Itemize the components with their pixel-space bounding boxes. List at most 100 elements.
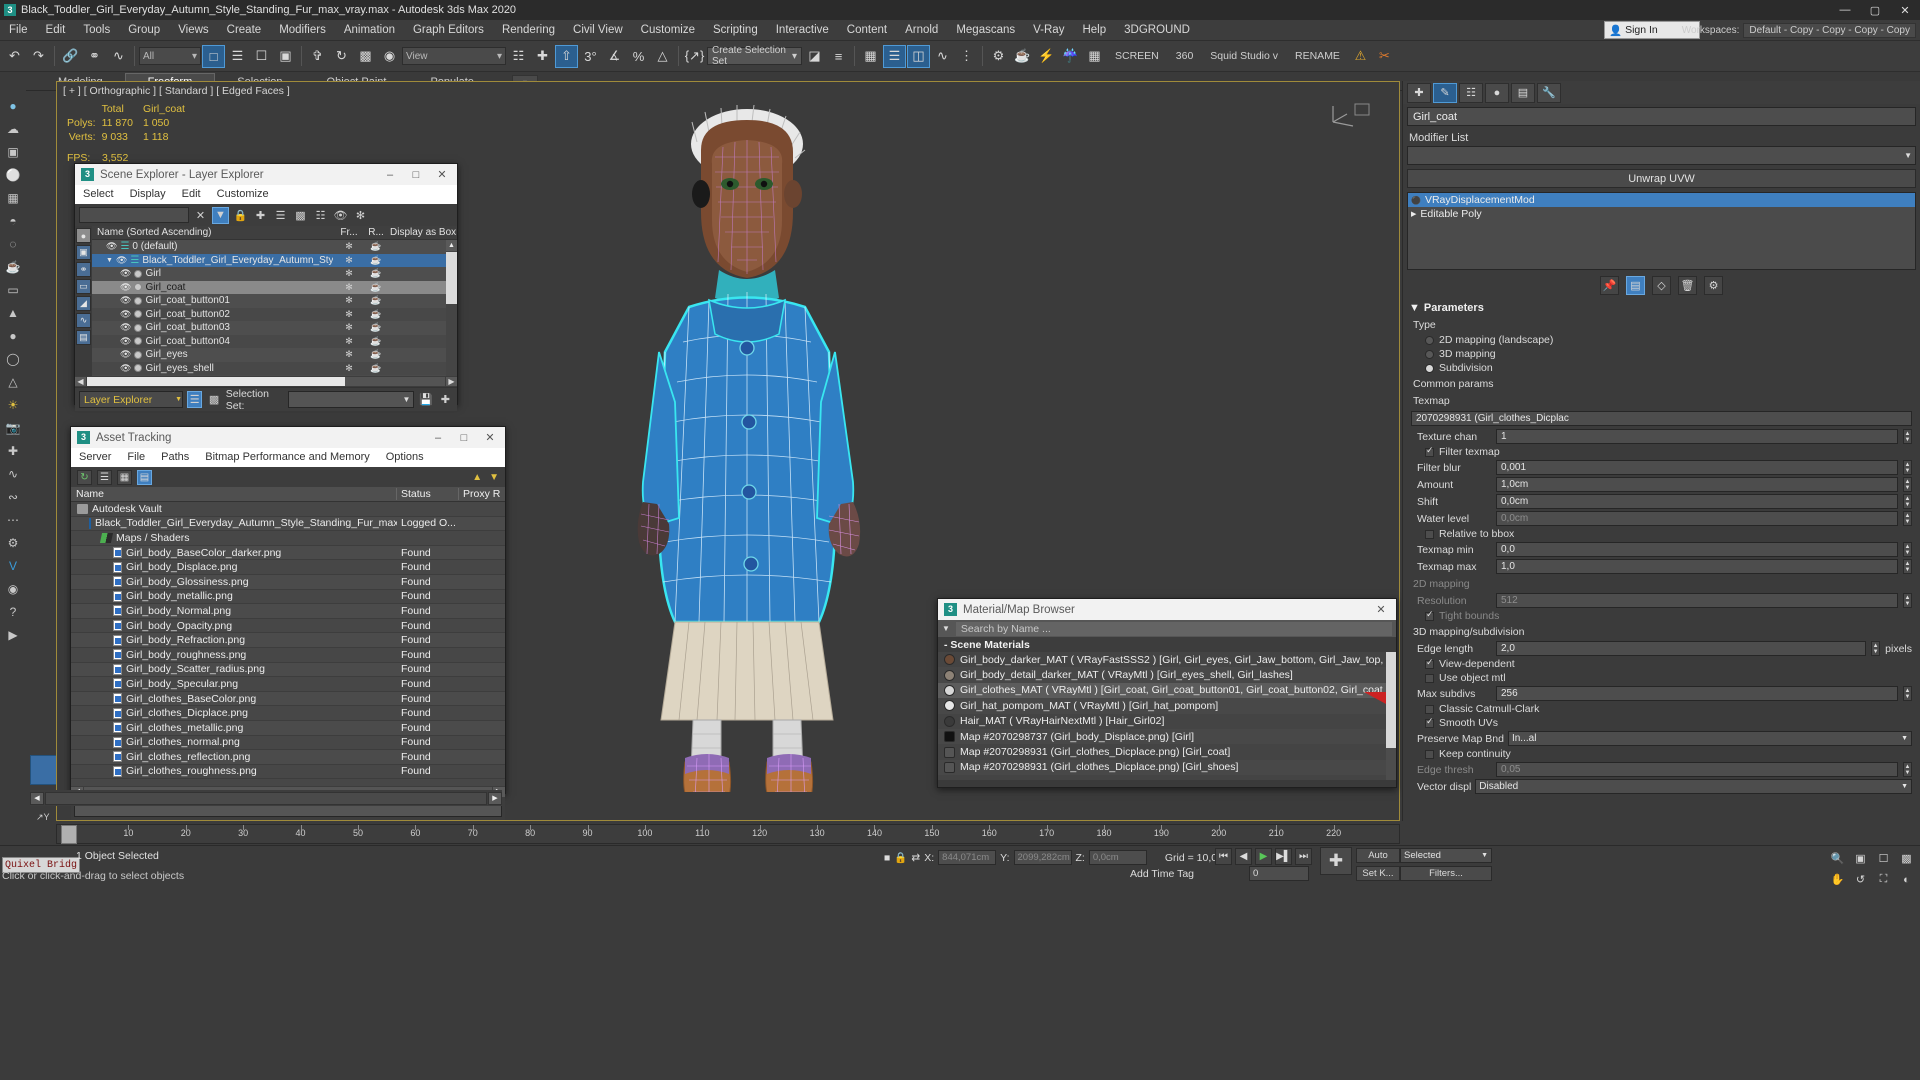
edit-named-selection-icon[interactable]: △	[651, 45, 674, 68]
close-button[interactable]: ✕	[1368, 599, 1394, 620]
create-selection-set-dropdown[interactable]: Create Selection Set ▾	[707, 45, 802, 67]
freeze-cell[interactable]: ✻	[333, 295, 365, 306]
absolute-mode-icon[interactable]: ⇄	[911, 852, 920, 864]
filter-texmap-checkbox[interactable]: Filter texmap	[1403, 445, 1920, 459]
render-cell[interactable]: ☕	[365, 268, 387, 279]
preserve-map-dropdown[interactable]: In...al ▼	[1507, 731, 1912, 746]
freeze-cell[interactable]: ✻	[333, 322, 365, 333]
new-selection-set-icon[interactable]: ✚	[438, 391, 453, 408]
current-frame-field[interactable]: 0	[1249, 866, 1309, 881]
workspace-value[interactable]: Default - Copy - Copy - Copy - Copy	[1743, 22, 1916, 38]
column-render[interactable]: R...	[365, 227, 387, 238]
material-row[interactable]: Hair_MAT ( VRayHairNextMtl ) [Hair_Girl0…	[938, 714, 1396, 729]
dependency-view-icon[interactable]: ▦	[117, 469, 132, 485]
asset-tracking-row[interactable]: Girl_clothes_normal.png Found	[71, 736, 505, 751]
select-layer-icon[interactable]: ▩	[292, 207, 309, 224]
asset-tracking-row[interactable]: Girl_body_metallic.png Found	[71, 590, 505, 605]
redo-icon[interactable]: ↷	[27, 45, 50, 68]
freeze-cell[interactable]: ✻	[333, 309, 365, 320]
asset-tracking-row[interactable]: Girl_body_Opacity.png Found	[71, 619, 505, 634]
visibility-eye-icon[interactable]: 👁	[120, 322, 131, 333]
reference-coordinate-dropdown[interactable]: View ▾	[402, 47, 506, 65]
spinner-icon[interactable]: ▲ ▼	[1903, 477, 1912, 492]
tab-motion[interactable]: ●	[1485, 82, 1509, 103]
align-icon[interactable]: ≡	[827, 45, 850, 68]
render-cell[interactable]: ☕	[365, 363, 387, 374]
smooth-uvs-checkbox[interactable]: Smooth UVs	[1403, 716, 1920, 730]
visibility-eye-icon[interactable]: 👁	[120, 336, 131, 347]
asset-tracking-row[interactable]: Maps / Shaders	[71, 531, 505, 546]
warning-icon[interactable]: ⚠	[1349, 45, 1372, 68]
menu-item-help[interactable]: Help	[1073, 20, 1115, 41]
scene-explorer-row[interactable]: 👁 Girl_eyes ✻ ☕	[92, 348, 457, 362]
scene-explorer-list[interactable]: Name (Sorted Ascending) Fr... R... Displ…	[92, 226, 457, 376]
make-unique-icon[interactable]: ◇	[1652, 275, 1671, 295]
texmap-value[interactable]: 2070298931 (Girl_clothes_Dicplaс	[1411, 411, 1912, 426]
spinner-icon[interactable]: ▲ ▼	[1871, 641, 1881, 656]
timeline-ruler[interactable]: 10 20 30 40 50 60 70 80 90 100 110 120 130 140 150 160 1…	[56, 824, 1400, 844]
layer-view-icon[interactable]: ☰	[187, 391, 203, 408]
asset-tracking-row[interactable]: Girl_body_Specular.png Found	[71, 677, 505, 692]
spinner-snap-icon[interactable]: %	[627, 45, 650, 68]
menu-item-views[interactable]: Views	[169, 20, 217, 41]
selection-set-dropdown[interactable]: ▼	[288, 391, 415, 408]
particles-icon[interactable]: ⋯	[3, 510, 23, 530]
texture-channel-field[interactable]: Texture chan 1 ▲ ▼	[1403, 428, 1920, 445]
placement-icon[interactable]: ◉	[378, 45, 401, 68]
scene-explorer-icon[interactable]: ☰	[883, 44, 906, 68]
window-crossing-icon[interactable]: ▣	[274, 45, 297, 68]
filter-blur-input[interactable]: 0,001	[1496, 460, 1898, 475]
viewport-layout-icon[interactable]: ▦	[1083, 45, 1106, 68]
zoom-extents-icon[interactable]: ☐	[1874, 849, 1893, 868]
y-input[interactable]: 2099,282cm	[1013, 850, 1072, 865]
checkbox-icon[interactable]	[1425, 529, 1434, 539]
hscroll-track[interactable]	[87, 377, 445, 386]
scene-explorer-row[interactable]: 👁 Girl_coat_button01 ✻ ☕	[92, 294, 457, 308]
menu-item-civil-view[interactable]: Civil View	[564, 20, 632, 41]
asset-tracking-row[interactable]: Girl_clothes_BaseColor.png Found	[71, 691, 505, 707]
spinner-icon[interactable]: ▲ ▼	[1903, 686, 1912, 701]
spinner-icon[interactable]: ▲ ▼	[1903, 559, 1912, 574]
explorer-mode-dropdown[interactable]: Layer Explorer ▼	[79, 391, 183, 408]
box-icon[interactable]: ▣	[3, 142, 23, 162]
asset-tracking-row[interactable]: Autodesk Vault	[71, 502, 505, 517]
menu-item-3dground[interactable]: 3DGROUND	[1115, 20, 1199, 41]
scroll-right-icon[interactable]: ▶	[446, 377, 457, 386]
scrollbar-thumb[interactable]	[446, 252, 457, 304]
material-row[interactable]: Map #2070298931 (Girl_clothes_Dicplace.p…	[938, 744, 1396, 759]
tab-modify[interactable]: ✎	[1433, 82, 1457, 103]
vector-displacement-field[interactable]: Vector displ Disabled ▼	[1403, 778, 1920, 795]
preserve-map-border-field[interactable]: Preserve Map Bnd In...al ▼	[1403, 730, 1920, 747]
relative-to-bbox-checkbox[interactable]: Relative to bbox	[1403, 527, 1920, 541]
modifier-stack-item[interactable]: ▶ Editable Poly	[1408, 207, 1915, 221]
spline-icon[interactable]: ∿	[3, 464, 23, 484]
snap-toggle-icon[interactable]: ⇧	[555, 44, 578, 68]
at-menu-paths[interactable]: Paths	[153, 448, 197, 467]
edge-length-input[interactable]: 2,0	[1496, 641, 1867, 656]
expand-arrow-icon[interactable]: ▶	[1411, 210, 1416, 218]
modifier-stack[interactable]: ⚫ VRayDisplacementMod ▶ Editable Poly	[1407, 192, 1916, 270]
shift-field[interactable]: Shift 0,0cm ▲ ▼	[1403, 493, 1920, 510]
add-to-layer-icon[interactable]: ☷	[312, 207, 329, 224]
vector-displ-dropdown[interactable]: Disabled ▼	[1475, 779, 1912, 794]
use-object-mtl-checkbox[interactable]: Use object mtl	[1403, 671, 1920, 685]
link-icon[interactable]: 🔗	[59, 45, 82, 68]
pyramid-icon[interactable]: △	[3, 372, 23, 392]
freeze-cell[interactable]: ✻	[333, 255, 365, 266]
texture-channel-input[interactable]: 1	[1496, 429, 1898, 444]
filter-helpers-icon[interactable]: ◢	[76, 296, 91, 311]
render-cell[interactable]: ☕	[365, 336, 387, 347]
go-to-end-icon[interactable]: ⏭	[1295, 848, 1312, 865]
filter-lights-icon[interactable]: ⚭	[76, 262, 91, 277]
filter-groups-icon[interactable]: ▤	[76, 330, 91, 345]
material-row[interactable]: Girl_body_detail_darker_MAT ( VRayMtl ) …	[938, 667, 1396, 683]
menu-item-arnold[interactable]: Arnold	[896, 20, 947, 41]
asset-tracking-window[interactable]: 3 Asset Tracking – □ ✕ Server File Paths Bi…	[70, 426, 506, 820]
list-view-icon[interactable]: ☰	[97, 469, 112, 485]
camera-icon[interactable]: 📷	[3, 418, 23, 438]
select-and-manipulate-icon[interactable]: ✚	[531, 45, 554, 68]
select-object-icon[interactable]: □	[202, 44, 225, 68]
previous-frame-icon[interactable]: ◀	[1235, 848, 1252, 865]
zoom-region-icon[interactable]: ▩	[1897, 849, 1916, 868]
material-row[interactable]: Map #2070298931 (Girl_clothes_Dicplace.p…	[938, 759, 1396, 776]
